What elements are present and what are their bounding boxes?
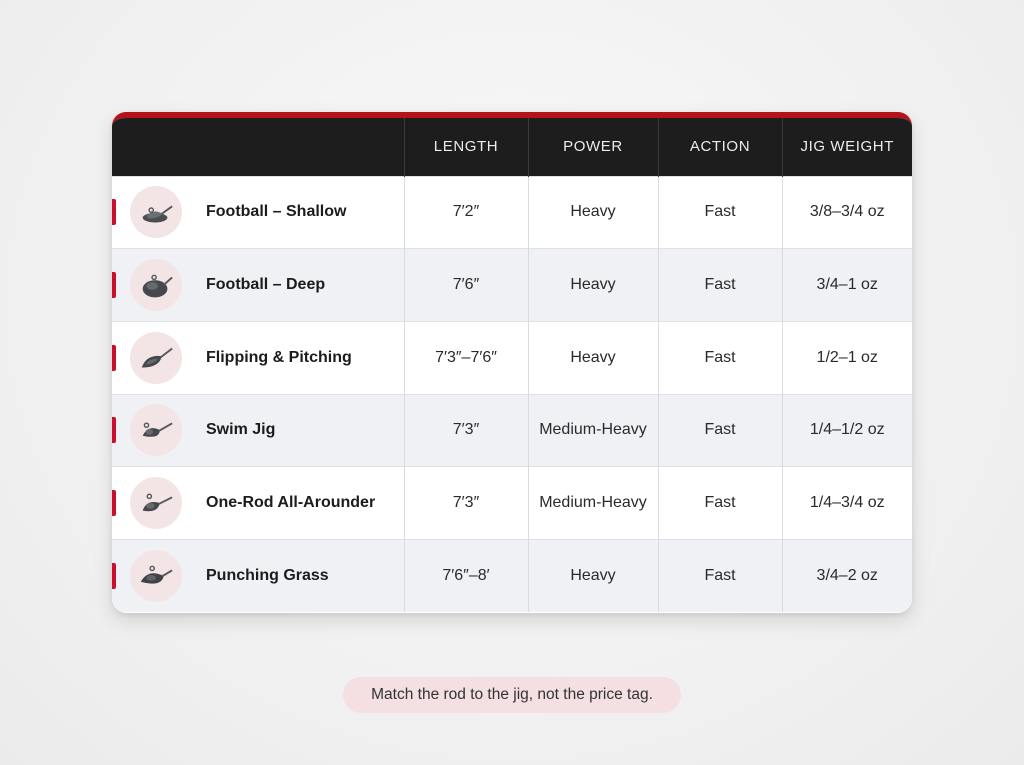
jig-weight-cell: 3/4–1 oz: [781, 248, 912, 322]
technique-cell: Punching Grass: [112, 538, 404, 613]
length-cell: 7′3″: [403, 393, 528, 467]
football-jig-shallow-icon: [130, 186, 182, 239]
rod-spec-table-card: LENGTH POWER ACTION JIG WEIGHT Football …: [112, 112, 912, 613]
table-row: Flipping & Pitching 7′3″–7′6″ Heavy Fast…: [112, 320, 912, 395]
technique-cell: Flipping & Pitching: [112, 320, 404, 395]
flipping-jig-icon: [130, 331, 182, 384]
all-around-jig-icon: [130, 477, 182, 530]
action-cell: Fast: [657, 538, 782, 613]
table-row: Football – Deep 7′6″ Heavy Fast 3/4–1 oz: [112, 248, 912, 322]
jig-weight-cell: 3/4–2 oz: [781, 538, 912, 613]
technique-cell: Swim Jig: [112, 393, 404, 467]
length-cell: 7′6″: [403, 248, 528, 322]
header-power: POWER: [527, 118, 658, 176]
header-action: ACTION: [657, 118, 782, 176]
header-length: LENGTH: [403, 118, 528, 176]
table-header-row: LENGTH POWER ACTION JIG WEIGHT: [112, 118, 912, 176]
header-jig-weight: JIG WEIGHT: [781, 118, 912, 176]
length-cell: 7′3″: [403, 466, 528, 540]
table-row: Football – Shallow 7′2″ Heavy Fast 3/8–3…: [112, 175, 912, 249]
action-cell: Fast: [657, 320, 782, 395]
action-cell: Fast: [657, 466, 782, 540]
row-accent-bar: [112, 344, 116, 371]
header-technique: [112, 118, 404, 176]
technique-label: One-Rod All-Arounder: [206, 494, 376, 512]
table-row: Swim Jig 7′3″ Medium-Heavy Fast 1/4–1/2 …: [112, 393, 912, 467]
technique-cell: One-Rod All-Arounder: [112, 466, 404, 540]
technique-cell: Football – Shallow: [112, 175, 404, 249]
jig-weight-cell: 1/4–3/4 oz: [781, 466, 912, 540]
table-row: One-Rod All-Arounder 7′3″ Medium-Heavy F…: [112, 466, 912, 540]
rod-spec-table: LENGTH POWER ACTION JIG WEIGHT Football …: [112, 118, 912, 613]
jig-weight-cell: 3/8–3/4 oz: [781, 175, 912, 249]
power-cell: Heavy: [527, 538, 658, 613]
power-cell: Heavy: [527, 320, 658, 395]
length-cell: 7′6″–8′: [403, 538, 528, 613]
technique-cell: Football – Deep: [112, 248, 404, 322]
row-accent-bar: [112, 417, 116, 444]
technique-label: Flipping & Pitching: [206, 348, 352, 366]
power-cell: Medium-Heavy: [527, 466, 658, 540]
power-cell: Medium-Heavy: [527, 393, 658, 467]
tagline-pill: Match the rod to the jig, not the price …: [343, 677, 681, 713]
row-accent-bar: [112, 490, 116, 517]
technique-label: Swim Jig: [206, 421, 276, 439]
row-accent-bar: [112, 563, 116, 590]
technique-label: Football – Deep: [206, 276, 326, 294]
action-cell: Fast: [657, 175, 782, 249]
row-accent-bar: [112, 272, 116, 299]
length-cell: 7′2″: [403, 175, 528, 249]
power-cell: Heavy: [527, 248, 658, 322]
technique-label: Punching Grass: [206, 567, 329, 585]
swim-jig-icon: [130, 404, 182, 457]
action-cell: Fast: [657, 248, 782, 322]
action-cell: Fast: [657, 393, 782, 467]
table-row: Punching Grass 7′6″–8′ Heavy Fast 3/4–2 …: [112, 538, 912, 613]
punching-jig-icon: [130, 550, 182, 603]
power-cell: Heavy: [527, 175, 658, 249]
jig-weight-cell: 1/4–1/2 oz: [781, 393, 912, 467]
technique-label: Football – Shallow: [206, 203, 347, 221]
length-cell: 7′3″–7′6″: [403, 320, 528, 395]
football-jig-deep-icon: [130, 259, 182, 312]
jig-weight-cell: 1/2–1 oz: [781, 320, 912, 395]
row-accent-bar: [112, 199, 116, 226]
